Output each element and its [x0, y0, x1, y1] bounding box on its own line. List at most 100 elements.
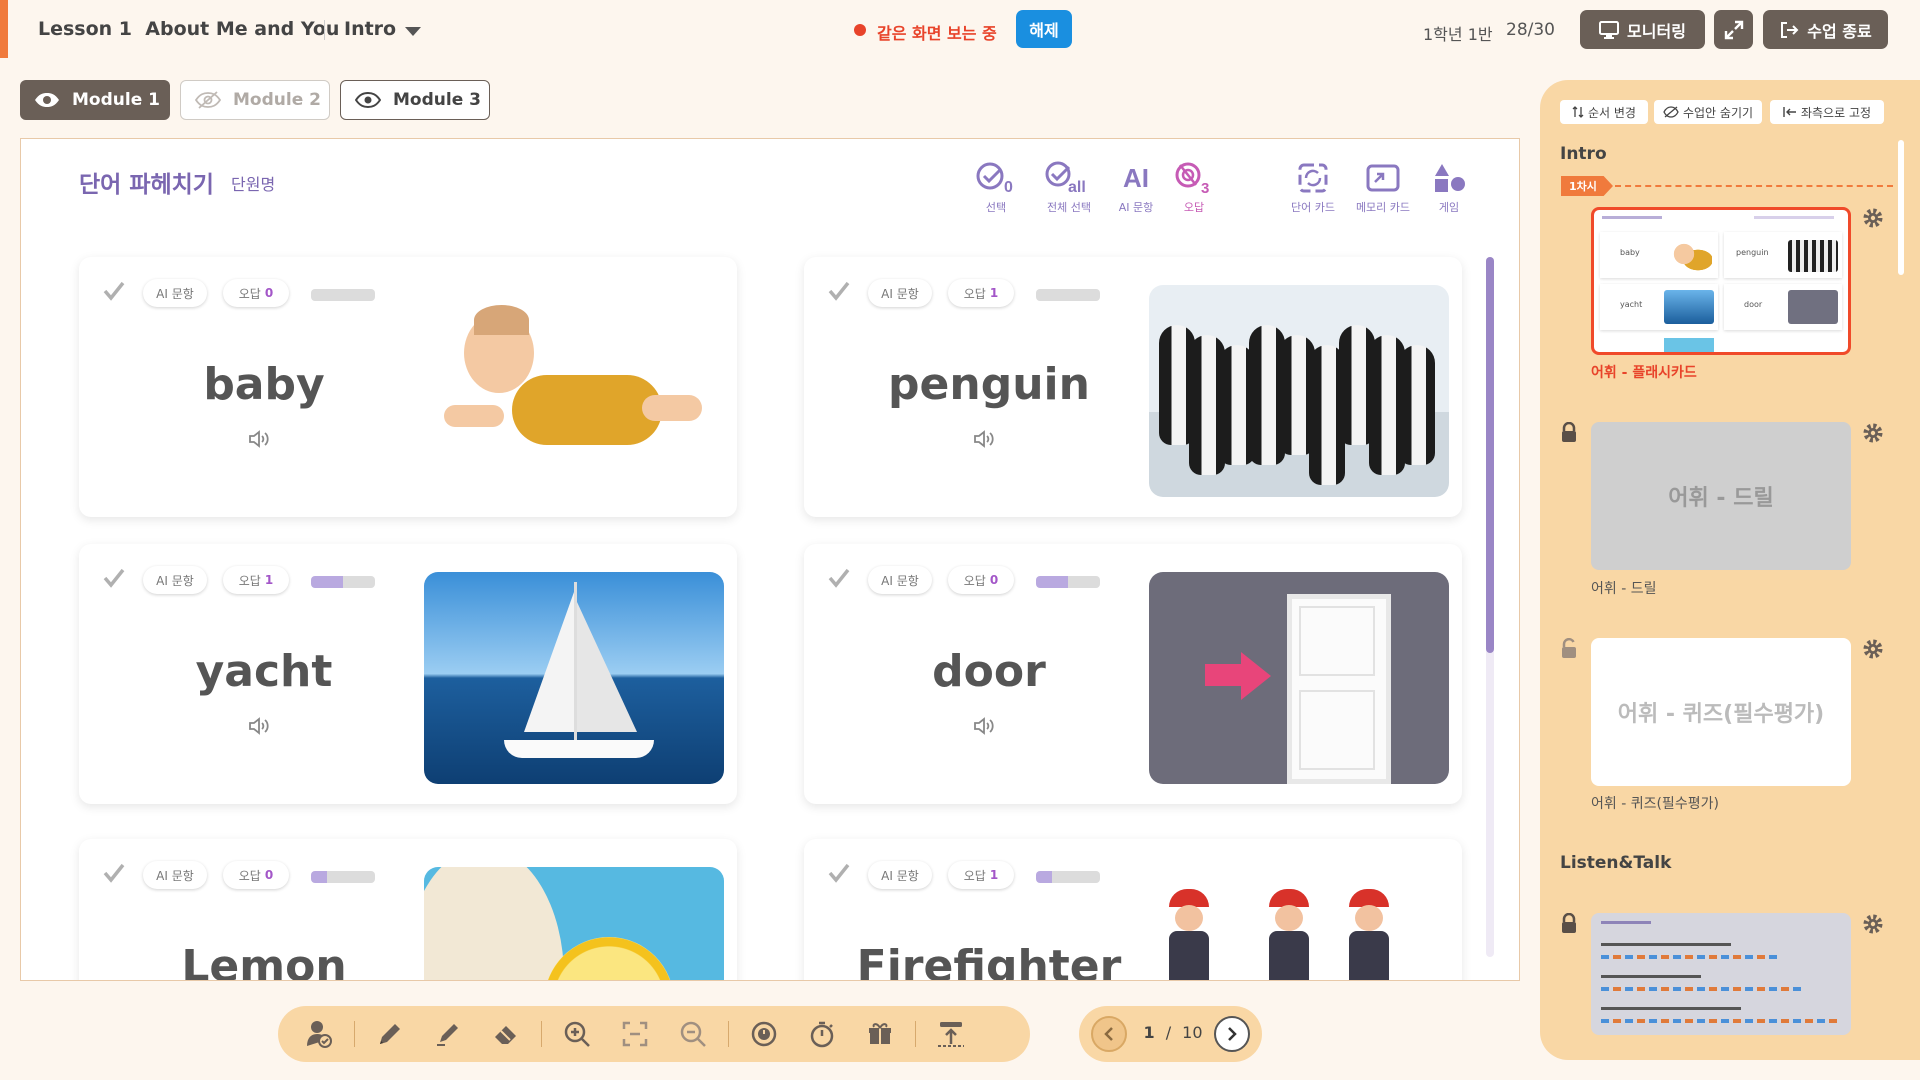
wrong-count-badge[interactable]: 오답 1 [948, 861, 1014, 889]
activity-thumbnail-flashcard[interactable]: baby penguin yacht door [1591, 207, 1851, 355]
stopwatch-button[interactable] [793, 1006, 851, 1062]
pen-tool-button[interactable] [361, 1006, 419, 1062]
ai-question-badge-label: AI 문항 [881, 573, 919, 588]
ai-question-badge-label: AI 문항 [881, 286, 919, 301]
speaker-icon[interactable] [972, 429, 996, 449]
screen-share-status: 같은 화면 보는 중 [877, 24, 997, 43]
fit-screen-icon [622, 1021, 648, 1047]
tab-module-2[interactable]: Module 2 [180, 80, 330, 120]
gift-box-icon [869, 1023, 891, 1044]
eraser-tool-button[interactable] [477, 1006, 535, 1062]
ai-question-badge[interactable]: AI 문항 [143, 566, 207, 594]
flashcard-word: door [932, 646, 1046, 697]
flashcard-word: yacht [195, 646, 333, 697]
fullscreen-button[interactable] [1714, 10, 1753, 49]
exit-icon [1781, 21, 1799, 38]
svg-text:all: all [1068, 179, 1086, 196]
tab-module-1[interactable]: Module 1 [20, 80, 170, 120]
ai-question-badge[interactable]: AI 문항 [868, 566, 932, 594]
timer-button[interactable] [735, 1006, 793, 1062]
release-button[interactable]: 해제 [1016, 10, 1072, 48]
ai-question-badge-label: AI 문항 [156, 573, 194, 588]
tab-module-2-label: Module 2 [233, 90, 321, 110]
flashcard-word: Firefighter [856, 941, 1122, 981]
random-pick-button[interactable] [851, 1006, 909, 1062]
speaker-icon[interactable] [972, 716, 996, 736]
section-dropdown-label[interactable]: Intro [344, 18, 396, 40]
activity-thumbnail-listen[interactable] [1591, 913, 1851, 1035]
gear-icon[interactable] [1862, 913, 1884, 939]
flashcard[interactable]: AI 문항 오답 0 Lemon [79, 839, 737, 980]
flashcard[interactable]: AI 문항 오답 0 baby [79, 257, 737, 517]
ai-question-badge[interactable]: AI 문항 [868, 279, 932, 307]
lock-icon[interactable] [1560, 421, 1578, 448]
ai-question-badge-label: AI 문항 [156, 286, 194, 301]
flashcard[interactable]: AI 문항 오답 1 penguin [804, 257, 1462, 517]
end-class-button[interactable]: 수업 종료 [1763, 10, 1888, 49]
wrong-count-label: 오답 [963, 868, 986, 883]
prev-page-button[interactable] [1091, 1016, 1127, 1052]
ai-icon: AI [1123, 162, 1149, 193]
monitor-button[interactable]: 모니터링 [1580, 10, 1705, 49]
flashcard-word: baby [203, 359, 325, 410]
lock-icon[interactable] [1560, 912, 1578, 939]
check-icon[interactable] [828, 281, 850, 301]
check-icon[interactable] [828, 863, 850, 883]
wrong-answer-tool[interactable]: 3 오답 [1154, 159, 1234, 215]
speaker-icon[interactable] [247, 429, 271, 449]
toolbar-divider [354, 1021, 355, 1047]
check-icon[interactable] [828, 568, 850, 588]
ai-question-badge[interactable]: AI 문항 [143, 861, 207, 889]
sailboat-photo [424, 572, 724, 784]
select-tool[interactable]: 0 선택 [956, 159, 1036, 215]
gear-icon[interactable] [1862, 638, 1884, 664]
zoom-out-button[interactable] [664, 1006, 722, 1062]
wrong-count-badge[interactable]: 오답 1 [948, 279, 1014, 307]
zoom-in-button[interactable] [548, 1006, 606, 1062]
wrong-count-badge[interactable]: 오답 0 [223, 861, 289, 889]
progress-indicator [311, 576, 375, 588]
stopwatch-icon [810, 1021, 834, 1048]
select-tool-label: 선택 [985, 201, 1007, 214]
flashcard[interactable]: AI 문항 오답 1 yacht [79, 544, 737, 804]
wrong-count-value: 0 [264, 286, 274, 300]
activity-thumbnail-drill[interactable]: 어휘 - 드릴 [1591, 422, 1851, 570]
check-icon[interactable] [103, 281, 125, 301]
game-tool[interactable]: 게임 [1409, 159, 1489, 215]
chevron-right-icon [1228, 1027, 1237, 1041]
highlighter-tool-button[interactable] [419, 1006, 477, 1062]
clock-timer-icon [751, 1021, 777, 1047]
next-page-button[interactable] [1214, 1016, 1250, 1052]
check-icon[interactable] [103, 568, 125, 588]
unlock-icon[interactable] [1560, 637, 1578, 664]
speaker-icon[interactable] [247, 716, 271, 736]
check-icon[interactable] [103, 863, 125, 883]
tab-module-3[interactable]: Module 3 [340, 80, 490, 120]
header-accent-bar [0, 0, 8, 58]
content-scrollbar-thumb[interactable] [1486, 257, 1494, 653]
fit-screen-button[interactable] [606, 1006, 664, 1062]
eye-icon [355, 92, 381, 108]
ai-question-badge[interactable]: AI 문항 [143, 279, 207, 307]
wrong-count-label: 오답 [238, 868, 261, 883]
upload-board-button[interactable] [922, 1006, 980, 1062]
gear-icon[interactable] [1862, 207, 1884, 233]
word-card-tool[interactable]: 단어 카드 [1273, 159, 1353, 215]
reorder-button[interactable]: 순서 변경 [1560, 100, 1648, 124]
wrong-count-badge[interactable]: 오답 1 [223, 566, 289, 594]
hide-plan-button[interactable]: 수업안 숨기기 [1654, 100, 1762, 124]
activity-thumbnail-quiz[interactable]: 어휘 - 퀴즈(필수평가) [1591, 638, 1851, 786]
wrong-count-badge[interactable]: 오답 0 [223, 279, 289, 307]
pin-left-button[interactable]: 좌측으로 고정 [1770, 100, 1884, 124]
ai-question-badge[interactable]: AI 문항 [868, 861, 932, 889]
panel-scrollbar[interactable] [1898, 140, 1904, 275]
check-circle-all-icon: all [1045, 161, 1086, 196]
wrong-count-badge[interactable]: 오답 0 [948, 566, 1014, 594]
gear-icon[interactable] [1862, 422, 1884, 448]
flashcard[interactable]: AI 문항 오답 0 door [804, 544, 1462, 804]
page-title: 단어 파헤치기 [79, 172, 214, 198]
wrong-count-label: 오답 [238, 573, 261, 588]
chevron-down-icon[interactable] [405, 27, 421, 36]
student-view-button[interactable] [290, 1006, 348, 1062]
flashcard[interactable]: AI 문항 오답 1 Firefighter [804, 839, 1462, 981]
